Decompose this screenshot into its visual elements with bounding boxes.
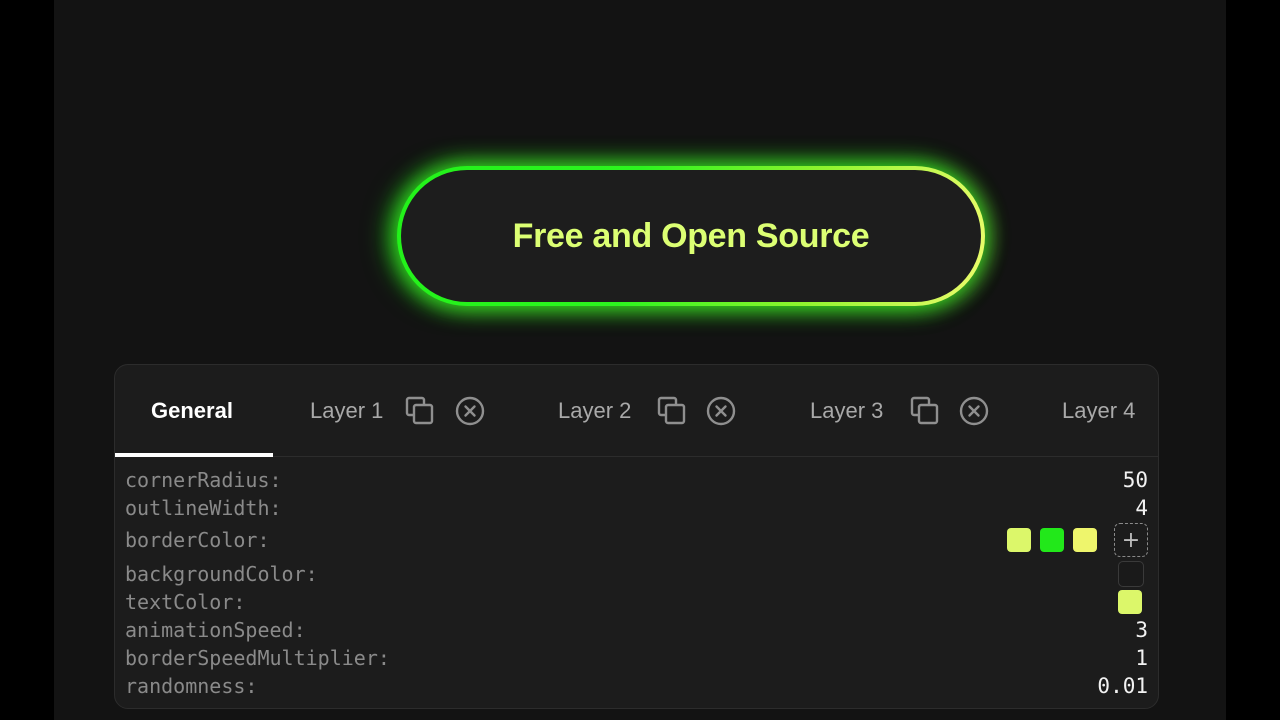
border-color-swatch-3[interactable] [1073,528,1097,552]
prop-row-border-color: borderColor: + [125,523,1148,557]
tab-label: Layer 3 [810,397,884,423]
tab-layer-3[interactable]: Layer 3 [810,365,883,456]
border-color-swatch-2[interactable] [1040,528,1064,552]
glowing-preview-button[interactable]: Free and Open Source [397,166,985,306]
prop-label: outlineWidth: [125,496,282,520]
plus-icon: + [1121,527,1141,553]
prop-label: textColor: [125,590,246,614]
prop-row-outline-width: outlineWidth: 4 [125,495,1148,521]
duplicate-icon[interactable] [909,395,941,427]
close-circle-icon[interactable] [958,395,990,427]
prop-label: randomness: [125,674,258,698]
text-color-swatch[interactable] [1118,590,1142,614]
close-circle-icon[interactable] [454,395,486,427]
prop-label: animationSpeed: [125,618,306,642]
active-tab-indicator [115,453,273,457]
border-color-swatch-1[interactable] [1007,528,1031,552]
tab-layer-1[interactable]: Layer 1 [310,365,383,456]
border-speed-multiplier-value[interactable]: 1 [1135,646,1148,670]
background-color-swatch[interactable] [1118,561,1144,587]
tab-general[interactable]: General [151,365,233,456]
tab-bar: General Layer 1 Layer 2 Layer 3 Layer 4 [115,365,1158,457]
add-color-button[interactable]: + [1114,523,1148,557]
settings-panel: General Layer 1 Layer 2 Layer 3 Layer 4 … [114,364,1159,709]
prop-label: backgroundColor: [125,562,318,586]
prop-label: cornerRadius: [125,468,282,492]
prop-row-randomness: randomness: 0.01 [125,673,1148,699]
prop-row-corner-radius: cornerRadius: 50 [125,467,1148,493]
randomness-value[interactable]: 0.01 [1097,674,1148,698]
prop-row-border-speed-multiplier: borderSpeedMultiplier: 1 [125,645,1148,671]
prop-label: borderColor: [125,528,270,552]
tab-layer-2[interactable]: Layer 2 [558,365,631,456]
tab-label: General [151,397,233,423]
tab-label: Layer 2 [558,397,632,423]
prop-label: borderSpeedMultiplier: [125,646,390,670]
animation-speed-value[interactable]: 3 [1135,618,1148,642]
prop-row-text-color: textColor: [125,589,1148,615]
preview-button-label: Free and Open Source [512,216,870,255]
tab-label: Layer 1 [310,397,384,423]
duplicate-icon[interactable] [404,395,436,427]
corner-radius-value[interactable]: 50 [1123,468,1148,492]
prop-row-background-color: backgroundColor: [125,561,1148,587]
border-color-swatches: + [1007,523,1148,557]
prop-row-animation-speed: animationSpeed: 3 [125,617,1148,643]
duplicate-icon[interactable] [656,395,688,427]
outline-width-value[interactable]: 4 [1135,496,1148,520]
close-circle-icon[interactable] [705,395,737,427]
tab-label: Layer 4 [1062,397,1136,423]
tab-layer-4[interactable]: Layer 4 [1062,365,1135,456]
